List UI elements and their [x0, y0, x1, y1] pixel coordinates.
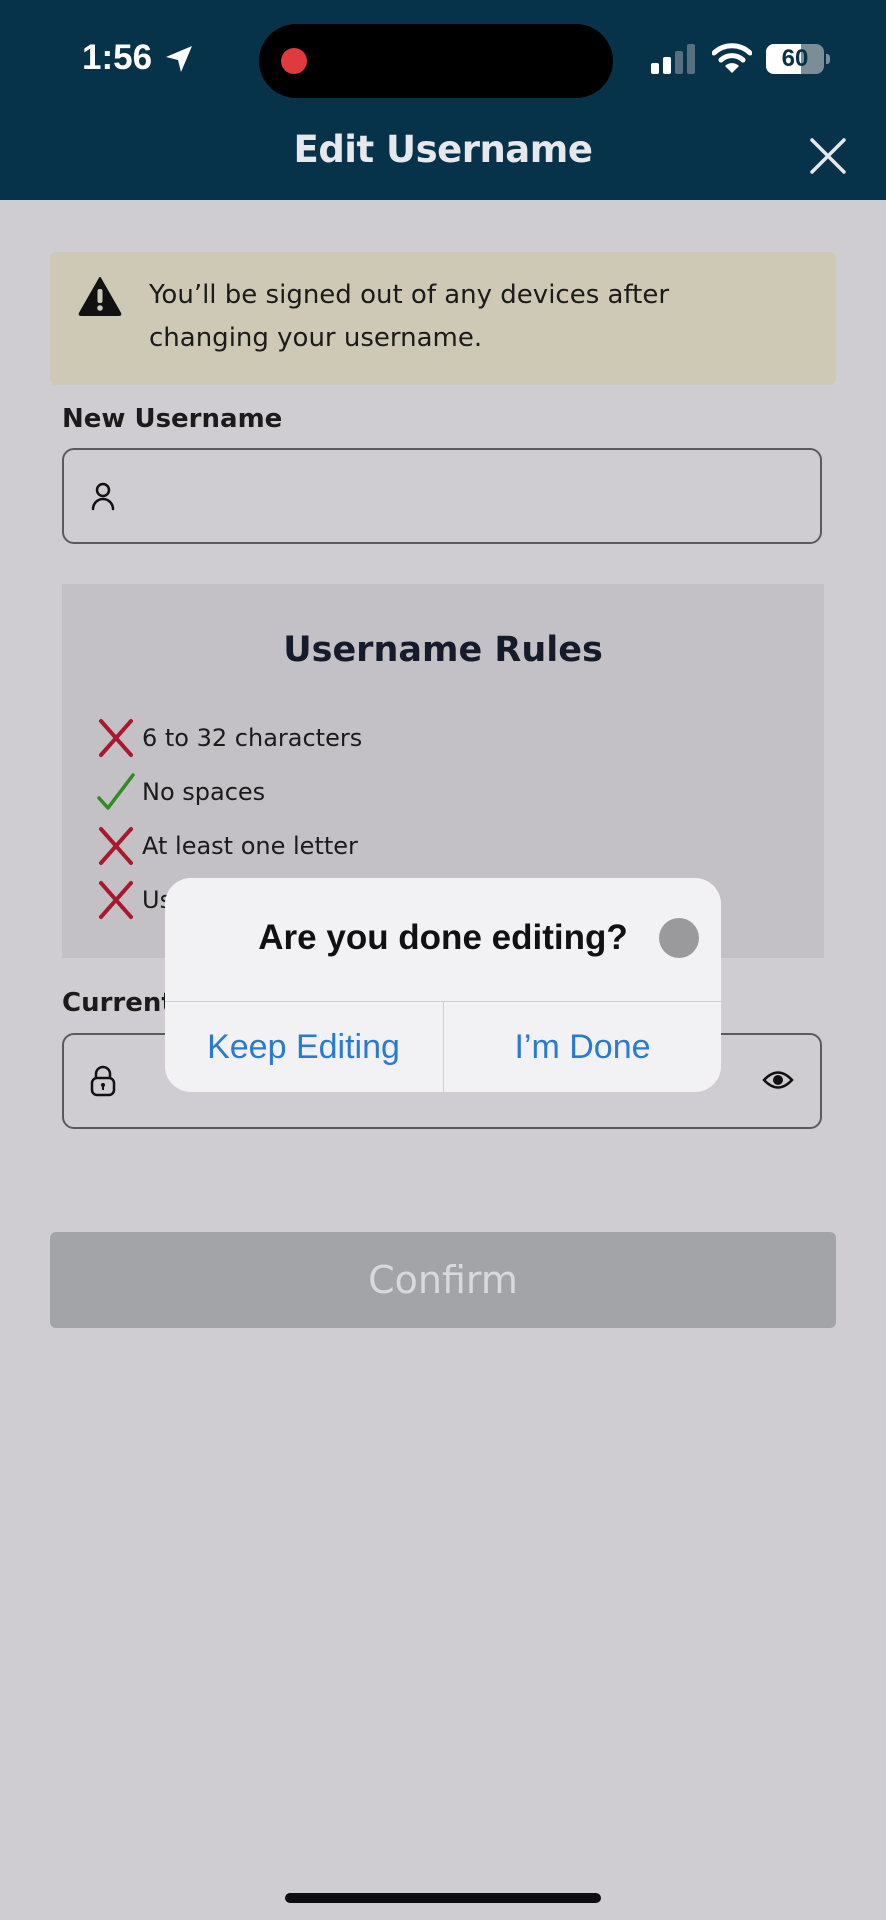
user-icon [90, 482, 116, 516]
confirm-button[interactable]: Confirm [50, 1232, 836, 1328]
lock-icon [90, 1065, 116, 1101]
dynamic-island [259, 24, 613, 98]
cross-icon [96, 826, 136, 866]
rule-label: At least one letter [142, 832, 358, 860]
warning-banner: You’ll be signed out of any devices afte… [50, 252, 836, 385]
wifi-icon [711, 42, 753, 78]
assistive-touch-icon[interactable] [659, 918, 699, 958]
warning-icon [78, 276, 122, 320]
page-title: Edit Username [293, 128, 593, 171]
warning-text: You’ll be signed out of any devices afte… [149, 280, 670, 353]
done-editing-alert: Are you done editing? Keep Editing I’m D… [165, 878, 721, 1092]
check-icon [96, 772, 136, 812]
header: 1:56 60 Edit Username [0, 0, 886, 200]
cellular-signal-icon [651, 44, 697, 78]
recording-indicator-icon [281, 48, 307, 74]
keep-editing-button[interactable]: Keep Editing [165, 1002, 442, 1092]
close-icon [810, 138, 846, 174]
battery-percent: 60 [781, 45, 809, 72]
current-password-label: Current [62, 988, 174, 1018]
rule-label: 6 to 32 characters [142, 724, 363, 752]
eye-icon [762, 1071, 794, 1089]
new-username-input[interactable] [144, 450, 748, 544]
location-arrow-icon [164, 44, 194, 78]
status-time: 1:56 [82, 38, 153, 77]
rule-item: Us [96, 880, 172, 920]
battery-icon: 60 [766, 44, 830, 74]
rule-item: 6 to 32 characters [96, 718, 362, 758]
im-done-button[interactable]: I’m Done [444, 1002, 721, 1092]
rule-item: At least one letter [96, 826, 358, 866]
rule-item: No spaces [96, 772, 265, 812]
cross-icon [96, 718, 136, 758]
rules-title: Username Rules [283, 630, 603, 670]
rule-label: No spaces [142, 778, 266, 806]
new-username-field[interactable] [62, 448, 822, 544]
close-button[interactable] [808, 136, 848, 176]
home-indicator[interactable] [285, 1893, 601, 1903]
alert-title: Are you done editing? [258, 918, 628, 957]
show-password-toggle[interactable] [762, 1067, 794, 1097]
cross-icon [96, 880, 136, 920]
new-username-label: New Username [62, 404, 283, 434]
